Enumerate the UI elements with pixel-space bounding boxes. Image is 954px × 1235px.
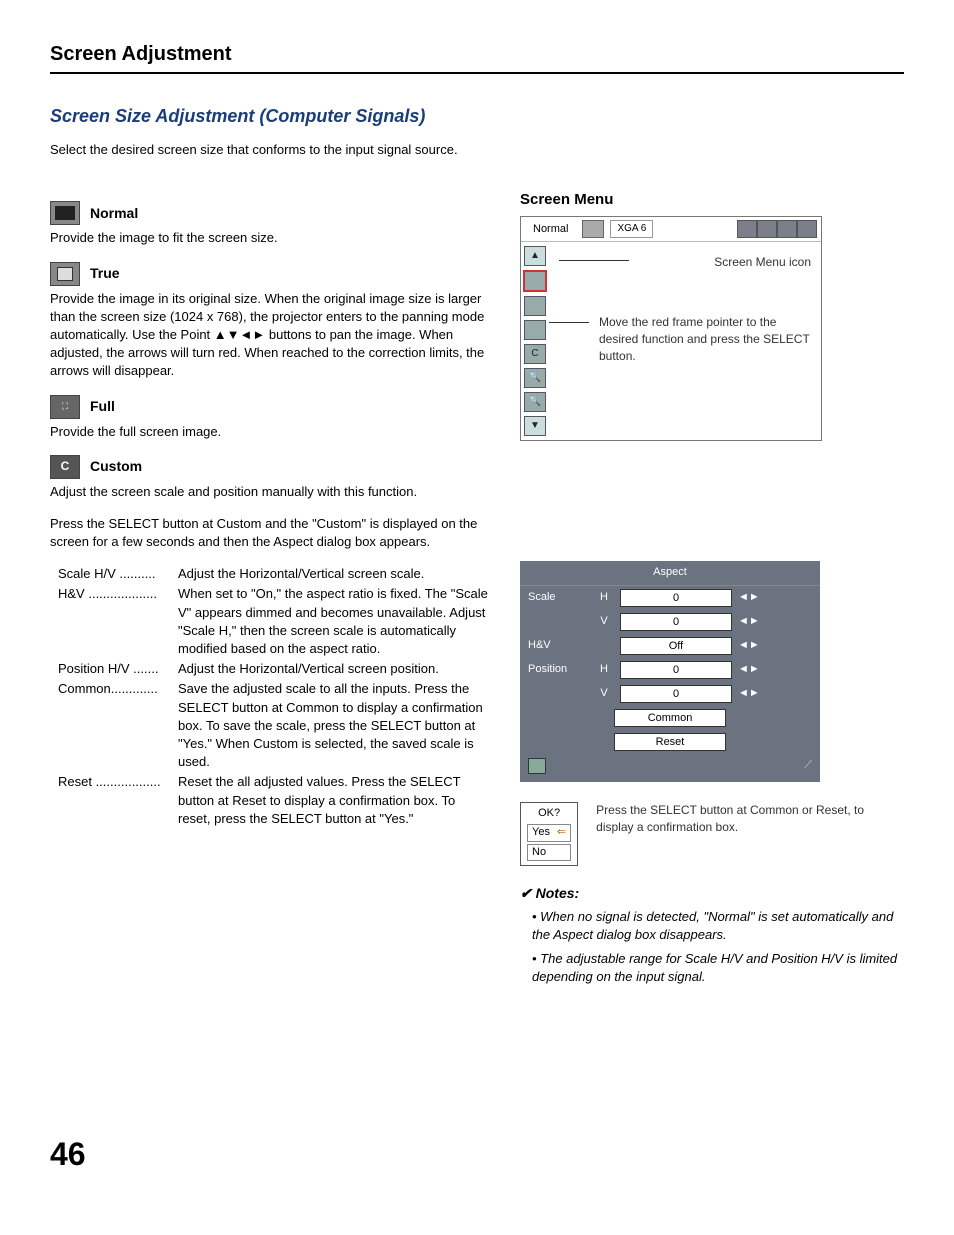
sidebar-item-full[interactable] [524,320,546,340]
true-icon [50,262,80,286]
aspect-v-label: V [594,686,614,701]
sidebar-item-custom[interactable]: C [524,344,546,364]
confirmation-box: OK? Yes ⇐ No [520,802,578,866]
right-column: Screen Menu Normal XGA 6 ▲ [520,189,904,992]
full-label: Full [90,397,115,417]
notes-list: When no signal is detected, "Normal" is … [532,908,904,987]
aspect-title: Aspect [520,561,820,585]
aspect-resize-icon: ⟋ [804,758,812,774]
top-icon [737,220,757,238]
note-item: The adjustable range for Scale H/V and P… [532,950,904,986]
pointer-arrow-icon: ⇐ [557,825,566,840]
normal-desc: Provide the image to fit the screen size… [50,229,490,247]
sidebar-item-true[interactable] [524,296,546,316]
screen-menu-sidebar: ▲ C 🔍 🔍 ▼ [521,242,549,440]
def-desc: Adjust the Horizontal/Vertical screen sc… [178,565,490,583]
normal-label: Normal [90,204,138,224]
left-right-arrows-icon[interactable]: ◄► [738,662,760,677]
aspect-hv-label: H&V [528,638,588,653]
def-row: Position H/V ....... Adjust the Horizont… [58,660,490,678]
def-row: H&V ................... When set to "On,… [58,585,490,658]
screen-menu-mode-label: Normal [525,222,576,237]
aspect-scale-label: Scale [528,590,588,605]
screen-menu-status-icon [582,220,604,238]
aspect-back-icon[interactable] [528,758,546,774]
page-number: 46 [50,1132,904,1177]
def-term: Reset .................. [58,773,178,828]
def-term: Common............. [58,680,178,771]
aspect-h-label: H [594,662,614,677]
page-header: Screen Adjustment [50,40,904,74]
sidebar-up-arrow-icon[interactable]: ▲ [524,246,546,266]
custom-desc-2: Press the SELECT button at Custom and th… [50,515,490,551]
aspect-hv-value[interactable]: Off [620,637,732,655]
custom-icon: C [50,455,80,479]
screen-menu-signal: XGA 6 [610,220,653,238]
confirmation-caption: Press the SELECT button at Common or Res… [596,802,904,836]
confirmation-title: OK? [523,805,575,822]
no-label: No [532,845,546,860]
sidebar-item-zoom-in[interactable]: 🔍 [524,368,546,388]
section-title: Screen Size Adjustment (Computer Signals… [50,104,904,129]
screen-menu-heading: Screen Menu [520,189,904,210]
custom-desc-1: Adjust the screen scale and position man… [50,483,490,501]
def-term: H&V ................... [58,585,178,658]
true-label: True [90,264,120,284]
top-icon [777,220,797,238]
aspect-reset-button[interactable]: Reset [614,733,726,751]
def-desc: When set to "On," the aspect ratio is fi… [178,585,490,658]
top-icon [757,220,777,238]
screen-menu-icon-label: Screen Menu icon [714,254,811,271]
sidebar-item-normal[interactable] [523,270,547,292]
aspect-panel: Aspect Scale H 0 ◄► V 0 ◄► H&V Off ◄► Po… [520,561,820,781]
aspect-v-label: V [594,614,614,629]
def-term: Scale H/V .......... [58,565,178,583]
left-right-arrows-icon[interactable]: ◄► [738,686,760,701]
full-desc: Provide the full screen image. [50,423,490,441]
def-desc: Save the adjusted scale to all the input… [178,680,490,771]
screen-menu-top-icons [737,220,817,238]
def-row: Scale H/V .......... Adjust the Horizont… [58,565,490,583]
normal-icon [50,201,80,225]
sidebar-item-zoom-out[interactable]: 🔍 [524,392,546,412]
yes-label: Yes [532,825,550,840]
def-desc: Adjust the Horizontal/Vertical screen po… [178,660,490,678]
aspect-position-h-value[interactable]: 0 [620,661,732,679]
aspect-common-button[interactable]: Common [614,709,726,727]
def-term: Position H/V ....... [58,660,178,678]
def-row: Common............. Save the adjusted sc… [58,680,490,771]
aspect-scale-v-value[interactable]: 0 [620,613,732,631]
screen-menu-instruction: Move the red frame pointer to the desire… [599,314,811,364]
note-item: When no signal is detected, "Normal" is … [532,908,904,944]
custom-label: Custom [90,457,142,477]
left-right-arrows-icon[interactable]: ◄► [738,590,760,605]
left-right-arrows-icon[interactable]: ◄► [738,614,760,629]
definition-list: Scale H/V .......... Adjust the Horizont… [58,565,490,828]
sidebar-down-arrow-icon[interactable]: ▼ [524,416,546,436]
left-column: Normal Provide the image to fit the scre… [50,189,490,992]
aspect-position-v-value[interactable]: 0 [620,685,732,703]
true-desc: Provide the image in its original size. … [50,290,490,381]
notes-heading: Notes: [520,884,904,904]
left-right-arrows-icon[interactable]: ◄► [738,638,760,653]
full-icon: ⛶ [50,395,80,419]
confirmation-yes[interactable]: Yes ⇐ [527,824,571,841]
def-row: Reset .................. Reset the all a… [58,773,490,828]
confirmation-no[interactable]: No [527,844,571,861]
aspect-h-label: H [594,590,614,605]
top-icon [797,220,817,238]
def-desc: Reset the all adjusted values. Press the… [178,773,490,828]
aspect-position-label: Position [528,662,588,677]
aspect-scale-h-value[interactable]: 0 [620,589,732,607]
section-intro: Select the desired screen size that conf… [50,141,904,159]
screen-menu-panel: Normal XGA 6 ▲ C 🔍 🔍 [520,216,822,441]
